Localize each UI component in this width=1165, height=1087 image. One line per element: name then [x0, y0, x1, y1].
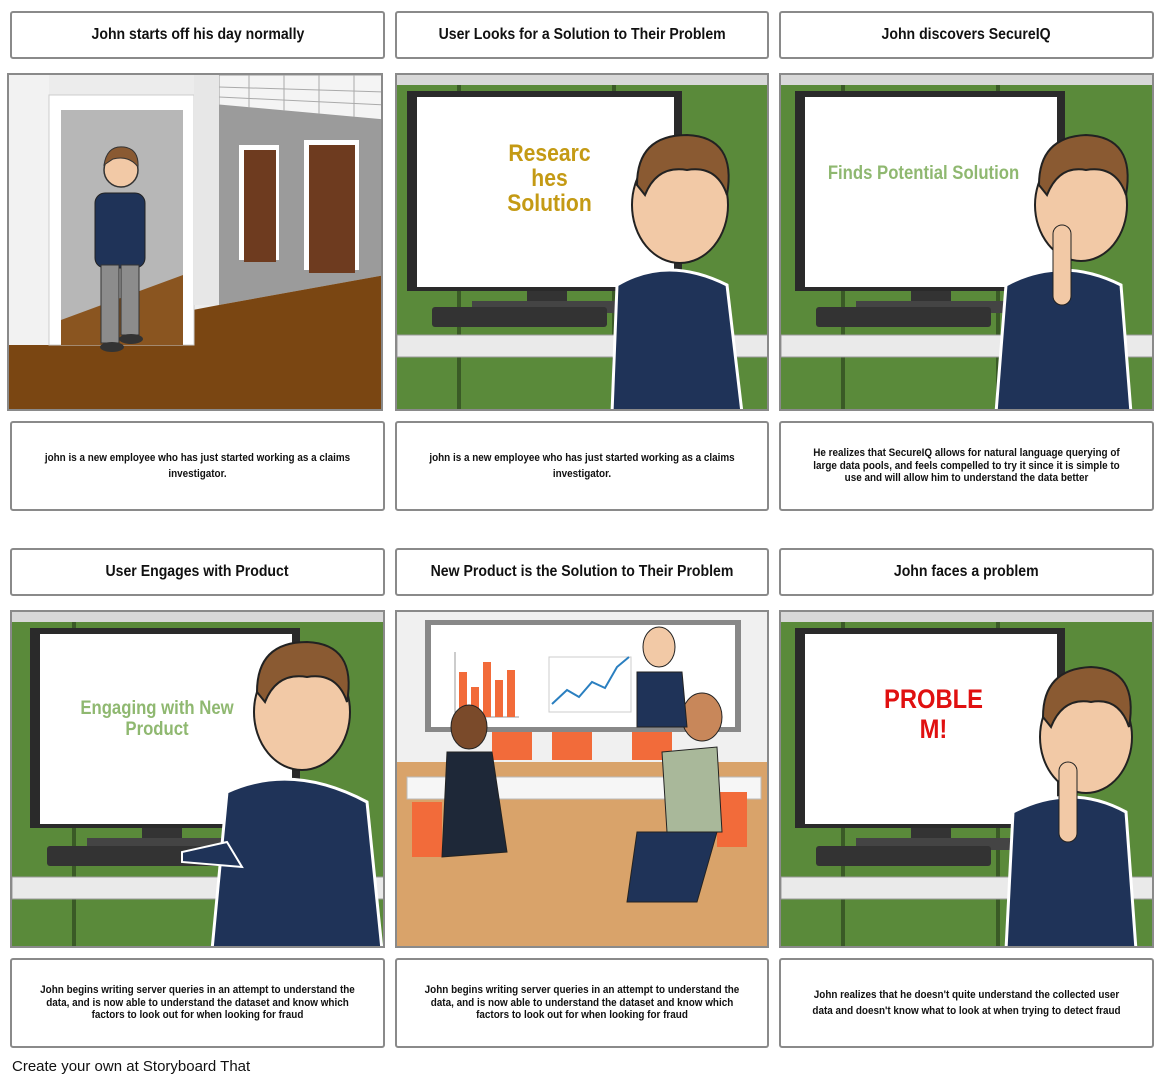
panel-3-scene: Finds Potential Solution [779, 73, 1154, 411]
panel-title-text: User Looks for a Solution to Their Probl… [438, 26, 726, 43]
screen-text-line: Researc [508, 140, 591, 167]
computer-desk-illustration [781, 612, 1152, 946]
panel-title-text: New Product is the Solution to Their Pro… [430, 563, 734, 580]
panel-title-text: John faces a problem [894, 563, 1039, 580]
storyboard-that-link[interactable]: Create your own at Storyboard That [12, 1058, 250, 1075]
caption-text: john is a new employee who has just star… [44, 451, 351, 481]
screen-text: Engaging with New Product [65, 698, 250, 740]
panel-1-scene [7, 73, 383, 411]
computer-desk-illustration [397, 75, 767, 409]
panel-1-title: John starts off his day normally [10, 11, 385, 59]
caption-text: John begins writing server queries in an… [424, 984, 740, 1022]
panel-4-caption: John begins writing server queries in an… [10, 958, 385, 1048]
panel-6-caption: John realizes that he doesn't quite unde… [779, 958, 1154, 1048]
panel-3-caption: He realizes that SecureIQ allows for nat… [779, 421, 1154, 511]
screen-text-line: Finds Potential Solution [827, 163, 1020, 184]
screen-text: Finds Potential Solution [825, 163, 1023, 185]
panel-5-caption: John begins writing server queries in an… [395, 958, 769, 1048]
screen-text: Researc hes Solution [468, 141, 631, 216]
panel-3-title: John discovers SecureIQ [779, 11, 1154, 59]
panel-title-text: John discovers SecureIQ [881, 26, 1052, 43]
line-chart-graphic [548, 656, 632, 713]
panel-2-caption: john is a new employee who has just star… [395, 421, 769, 511]
panel-2-title: User Looks for a Solution to Their Probl… [395, 11, 769, 59]
office-hallway-illustration [9, 75, 381, 409]
panel-4-scene: Engaging with New Product [10, 610, 385, 948]
screen-text-line: hes [531, 165, 568, 192]
caption-text: john is a new employee who has just star… [429, 451, 735, 481]
caption-text: John realizes that he doesn't quite unde… [812, 988, 1121, 1018]
panel-6-scene: PROBLE M! [779, 610, 1154, 948]
panel-title-text: John starts off his day normally [91, 26, 304, 43]
screen-text-line: M! [919, 714, 948, 744]
screen-text-line: PROBLE [883, 684, 983, 714]
caption-text: John begins writing server queries in an… [40, 984, 355, 1022]
panel-4-title: User Engages with Product [10, 548, 385, 596]
screen-text-line: Engaging with New [80, 698, 234, 719]
computer-desk-illustration [12, 612, 383, 946]
caption-text: He realizes that SecureIQ allows for nat… [813, 447, 1120, 485]
panel-2-scene: Researc hes Solution [395, 73, 769, 411]
screen-text-line: Product [125, 719, 189, 740]
screen-text-line: Solution [507, 190, 592, 217]
panel-5-scene [395, 610, 769, 948]
screen-text: PROBLE M! [852, 684, 1015, 744]
computer-desk-illustration [781, 75, 1152, 409]
panel-1-caption: john is a new employee who has just star… [10, 421, 385, 511]
panel-6-title: John faces a problem [779, 548, 1154, 596]
meeting-room-illustration [397, 612, 767, 946]
panel-5-title: New Product is the Solution to Their Pro… [395, 548, 769, 596]
panel-title-text: User Engages with Product [105, 563, 290, 580]
